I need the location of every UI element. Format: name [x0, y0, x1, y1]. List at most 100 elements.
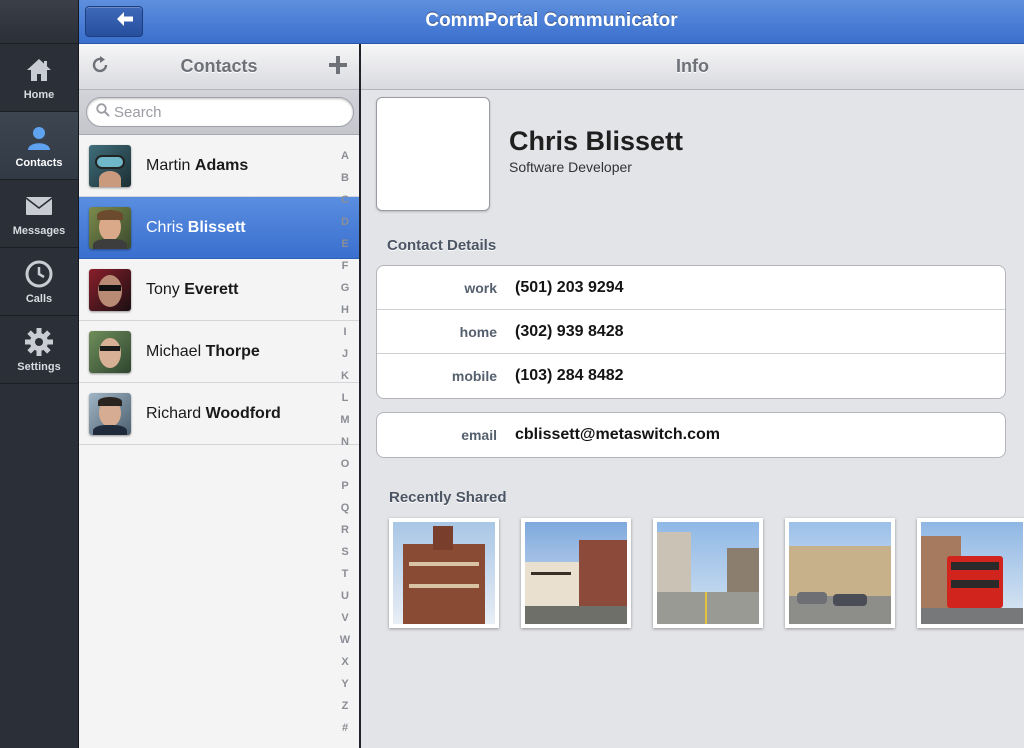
search-bar	[79, 90, 359, 135]
index-letter[interactable]: T	[342, 563, 349, 585]
avatar	[89, 268, 131, 311]
gear-icon	[24, 327, 54, 357]
index-letter[interactable]: Z	[342, 695, 349, 717]
index-letter[interactable]: D	[341, 211, 349, 233]
index-letter[interactable]: N	[341, 431, 349, 453]
nav-item-contacts[interactable]: Contacts	[0, 112, 78, 180]
phone-row-mobile[interactable]: mobile (103) 284 8482	[377, 354, 1005, 398]
nav-item-messages[interactable]: Messages	[0, 180, 78, 248]
shared-photo-terraced-houses[interactable]	[785, 518, 895, 628]
index-letter[interactable]: W	[340, 629, 350, 651]
contact-row-tony-everett[interactable]: Tony Everett	[79, 259, 359, 321]
contact-name: Michael Thorpe	[146, 342, 260, 360]
avatar	[89, 392, 131, 435]
info-header: Info	[361, 44, 1024, 90]
nav-item-settings[interactable]: Settings	[0, 316, 78, 384]
info-title: Info	[676, 56, 709, 76]
index-letter[interactable]: X	[341, 651, 348, 673]
shared-photo-town-hall[interactable]	[389, 518, 499, 628]
index-letter[interactable]: H	[341, 299, 349, 321]
index-letter[interactable]: I	[343, 321, 346, 343]
phone-number[interactable]: (302) 939 8428	[515, 323, 624, 341]
contact-name: Richard Woodford	[146, 404, 281, 422]
email-card: email cblissett@metaswitch.com	[376, 412, 1006, 458]
info-panel: Info Chris Blissett Software Developer C…	[361, 44, 1024, 748]
contacts-panel: Contacts Martin Adams	[79, 44, 361, 748]
nav-item-calls[interactable]: Calls	[0, 248, 78, 316]
recently-shared-heading: Recently Shared	[389, 489, 507, 506]
nav-label-home: Home	[23, 88, 55, 101]
phone-number[interactable]: (103) 284 8482	[515, 367, 624, 385]
phone-row-home[interactable]: home (302) 939 8428	[377, 310, 1005, 354]
email-row[interactable]: email cblissett@metaswitch.com	[377, 413, 1005, 457]
index-letter[interactable]: M	[340, 409, 349, 431]
back-button[interactable]	[85, 6, 143, 37]
contact-row-martin-adams[interactable]: Martin Adams	[79, 135, 359, 197]
person-icon	[24, 123, 54, 153]
title-bar: CommPortal Communicator	[79, 0, 1024, 44]
contacts-title: Contacts	[180, 56, 258, 76]
app-title: CommPortal Communicator	[425, 10, 678, 31]
town-hall-photo	[393, 522, 495, 624]
index-letter[interactable]: B	[341, 167, 349, 189]
index-letter[interactable]: S	[341, 541, 348, 563]
contact-row-michael-thorpe[interactable]: Michael Thorpe	[79, 321, 359, 383]
envelope-icon	[24, 191, 54, 221]
back-arrow-icon	[116, 11, 134, 32]
index-letter[interactable]: K	[341, 365, 349, 387]
index-letter[interactable]: A	[341, 145, 349, 167]
contact-name: Martin Adams	[146, 156, 249, 174]
contacts-header: Contacts	[79, 44, 359, 90]
nav-label-messages: Messages	[12, 224, 66, 237]
search-field[interactable]	[86, 97, 354, 127]
shared-photo-high-street[interactable]	[653, 518, 763, 628]
phone-label: home	[459, 323, 497, 340]
nav-item-home[interactable]: Home	[0, 44, 78, 112]
phone-row-work[interactable]: work (501) 203 9294	[377, 266, 1005, 310]
nav-header	[0, 0, 78, 44]
nav-label-contacts: Contacts	[15, 156, 63, 169]
index-letter[interactable]: Y	[341, 673, 348, 695]
email-address[interactable]: cblissett@metaswitch.com	[515, 426, 720, 444]
index-letter[interactable]: #	[342, 717, 348, 739]
contact-name: Tony Everett	[146, 280, 239, 298]
contact-details-heading: Contact Details	[387, 237, 497, 254]
index-letter[interactable]: C	[341, 189, 349, 211]
phone-number[interactable]: (501) 203 9294	[515, 279, 624, 297]
main-nav: Home Contacts Messages Calls Settings	[0, 0, 79, 748]
search-icon	[96, 102, 110, 122]
contact-row-chris-blissett[interactable]: Chris Blissett	[79, 197, 359, 259]
red-bus-photo	[921, 522, 1023, 624]
phone-label: work	[464, 279, 497, 296]
terraced-houses-photo	[789, 522, 891, 624]
contact-photo-placeholder[interactable]	[376, 97, 490, 211]
avatar	[89, 144, 131, 187]
phone-numbers-card: work (501) 203 9294 home (302) 939 8428 …	[376, 265, 1006, 399]
avatar	[89, 330, 131, 373]
shared-photo-tudor-buildings[interactable]	[521, 518, 631, 628]
index-letter[interactable]: F	[342, 255, 349, 277]
shared-photo-red-bus[interactable]	[917, 518, 1024, 628]
index-letter[interactable]: G	[341, 277, 350, 299]
contact-row-richard-woodford[interactable]: Richard Woodford	[79, 383, 359, 445]
nav-label-calls: Calls	[25, 292, 53, 305]
nav-label-settings: Settings	[17, 360, 61, 373]
search-input[interactable]	[114, 103, 334, 121]
add-contact-button[interactable]	[325, 54, 351, 80]
index-letter[interactable]: E	[341, 233, 348, 255]
avatar	[89, 206, 131, 249]
index-letter[interactable]: Q	[341, 497, 350, 519]
index-letter[interactable]: P	[341, 475, 348, 497]
phone-label: mobile	[451, 368, 497, 384]
email-label: email	[461, 427, 497, 443]
index-letter[interactable]: L	[342, 387, 349, 409]
index-letter[interactable]: J	[342, 343, 348, 365]
contact-name: Chris Blissett	[146, 218, 246, 236]
index-letter[interactable]: V	[341, 607, 348, 629]
index-letter[interactable]: U	[341, 585, 349, 607]
alphabet-index: A B C D E F G H I J K L M N O P Q R S T U V W X Y Z #	[333, 145, 357, 739]
index-letter[interactable]: O	[341, 453, 350, 475]
index-letter[interactable]: R	[341, 519, 349, 541]
plus-icon	[328, 55, 348, 80]
contact-full-name: Chris Blissett	[509, 126, 684, 156]
